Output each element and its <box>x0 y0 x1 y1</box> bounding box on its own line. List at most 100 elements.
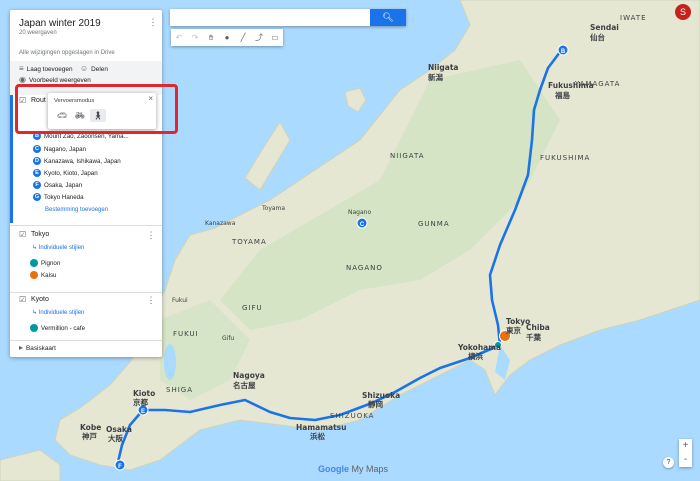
layer-name[interactable]: Tokyo <box>31 231 49 238</box>
redo-icon[interactable]: ↷ <box>187 29 203 46</box>
map-label-pref-gifu: GIFU <box>242 304 263 312</box>
map-label-yokohama: Yokohama <box>457 343 501 352</box>
share-button[interactable]: ☺ Delen <box>80 65 108 73</box>
map-label-niigata: Niigata <box>428 63 459 72</box>
add-layer-label: Laag toevoegen <box>26 65 73 73</box>
annotation-highlight <box>15 84 178 134</box>
map-label-shizuoka: Shizuoka <box>362 391 400 400</box>
place-item[interactable]: Kaisu <box>30 271 56 279</box>
place-icon <box>30 259 38 267</box>
place-label: Pignon <box>41 259 61 267</box>
view-count: 20 weergaven <box>19 30 57 36</box>
layer-kyoto: ☑ Kyoto ⋮ ↳ Individuele stijlen Vermilli… <box>10 294 162 342</box>
directions-icon[interactable]: ⤴ <box>251 29 267 46</box>
route-stop-label: Nagano, Japan <box>44 145 86 153</box>
undo-icon[interactable]: ↶ <box>171 29 187 46</box>
add-layer-button[interactable]: ≡ Laag toevoegen <box>19 65 73 73</box>
eye-icon: ◉ <box>19 75 26 84</box>
add-person-icon: ☺ <box>80 64 89 73</box>
place-label: Kaisu <box>41 271 57 279</box>
map-label-pref-gunma: GUNMA <box>418 220 450 228</box>
place-label: Vermillion - cafe <box>41 324 86 332</box>
avatar[interactable]: S <box>675 4 691 20</box>
map-label-fukushima-jp: 福島 <box>554 90 570 100</box>
place-icon <box>30 324 38 332</box>
search-button[interactable]: 🔍︎ <box>370 9 406 26</box>
layer-name[interactable]: Kyoto <box>31 296 49 303</box>
map-label-tokyo-jp: 東京 <box>506 325 521 335</box>
map-label-hamamatsu-jp: 浜松 <box>310 431 325 441</box>
style-icon: ↳ <box>32 245 38 251</box>
map-label-niigata-jp: 新潟 <box>428 72 443 82</box>
map-toolbar: ↶ ↷ ✋︎ ● ╱ ⤴ ▭ <box>171 29 283 46</box>
map-label-toyama: Toyama <box>261 205 285 212</box>
style-link[interactable]: ↳ Individuele stijlen <box>32 244 84 251</box>
share-label: Delen <box>91 65 108 73</box>
checkbox-checked-icon[interactable]: ☑ <box>19 296 27 304</box>
preview-button[interactable]: ◉ Voorbeeld weergeven <box>19 76 91 84</box>
product-name: My Maps <box>351 464 389 474</box>
checkbox-checked-icon[interactable]: ☑ <box>19 231 27 239</box>
divider <box>10 292 162 293</box>
route-stop-letter: E <box>33 169 41 177</box>
map-title[interactable]: Japan winter 2019 <box>19 18 101 29</box>
save-status: Alle wijzigingen opgeslagen in Drive <box>19 50 115 56</box>
route-stop[interactable]: C Nagano, Japan <box>33 145 86 153</box>
google-wordmark: Google <box>318 464 349 474</box>
svg-text:F: F <box>118 464 122 470</box>
route-stop[interactable]: F Osaka, Japan <box>33 181 82 189</box>
place-item[interactable]: Pignon <box>30 259 60 267</box>
route-stop[interactable]: G Tokyo Haneda <box>33 193 84 201</box>
zoom-out-button[interactable]: - <box>679 453 692 467</box>
map-label-chiba: Chiba <box>526 323 550 332</box>
route-marker-b[interactable]: B <box>557 44 569 56</box>
layer-tokyo: ☑ Tokyo ⋮ ↳ Individuele stijlen Pignon K… <box>10 227 162 287</box>
map-label-pref-fukushima: FUKUSHIMA <box>540 154 590 162</box>
route-marker-c[interactable]: C <box>356 217 368 229</box>
map-label-fukui: Fukui <box>172 297 188 304</box>
route-stop-label: Kyoto, Kioto, Japan <box>44 169 98 177</box>
map-label-chiba-jp: 千葉 <box>526 332 541 342</box>
ruler-icon[interactable]: ▭ <box>267 29 283 46</box>
map-label-sendai-jp: 仙台 <box>590 32 605 42</box>
base-map-label: Basiskaart <box>26 344 56 352</box>
map-label-kioto: Kioto <box>133 389 155 398</box>
map-label-sendai: Sendai <box>590 23 619 32</box>
divider <box>10 340 162 341</box>
more-options-icon[interactable]: ⋮ <box>146 229 156 241</box>
zoom-in-button[interactable]: + <box>679 439 692 453</box>
more-options-icon[interactable]: ⋮ <box>146 294 156 306</box>
divider <box>10 225 162 226</box>
lake-biwa <box>164 344 176 380</box>
more-options-icon[interactable]: ⋮ <box>148 16 158 28</box>
hand-icon[interactable]: ✋︎ <box>203 29 219 46</box>
map-label-pref-fukui: FUKUI <box>173 330 199 338</box>
route-stop-label: Kanazawa, Ishikawa, Japan <box>44 157 121 165</box>
zoom-controls: + - <box>679 439 692 467</box>
place-icon <box>30 271 38 279</box>
preview-label: Voorbeeld weergeven <box>28 76 91 84</box>
add-destination-link[interactable]: Bestemming toevoegen <box>45 207 108 213</box>
style-link[interactable]: ↳ Individuele stijlen <box>32 309 84 316</box>
help-button[interactable]: ? <box>663 457 674 468</box>
map-label-pref-niigata: NIIGATA <box>390 152 425 160</box>
map-label-pref-iwate: IWATE <box>620 14 647 22</box>
map-label-kobe-jp: 神戸 <box>82 431 97 441</box>
base-map-toggle[interactable]: ▸ Basiskaart <box>19 344 56 352</box>
map-label-gifu: Gifu <box>222 335 234 342</box>
draw-line-icon[interactable]: ╱ <box>235 29 251 46</box>
map-label-osaka: Osaka <box>106 425 132 434</box>
route-marker-f[interactable]: F <box>114 459 126 471</box>
search-box[interactable]: 🔍︎ <box>170 9 406 26</box>
place-item[interactable]: Vermillion - cafe <box>30 324 85 332</box>
route-stop[interactable]: D Kanazawa, Ishikawa, Japan <box>33 157 121 165</box>
route-stop[interactable]: E Kyoto, Kioto, Japan <box>33 169 98 177</box>
route-stop-letter: F <box>33 181 41 189</box>
layers-icon: ≡ <box>19 64 24 73</box>
marker-icon[interactable]: ● <box>219 29 235 46</box>
route-stop-label: Osaka, Japan <box>44 181 83 189</box>
google-my-maps-logo: Google My Maps <box>318 464 388 474</box>
route-stop-label: Tokyo Haneda <box>44 193 84 201</box>
map-sidebar: Japan winter 2019 20 weergaven ⋮ Alle wi… <box>10 10 162 357</box>
map-label-pref-shiga: SHIGA <box>166 386 193 394</box>
